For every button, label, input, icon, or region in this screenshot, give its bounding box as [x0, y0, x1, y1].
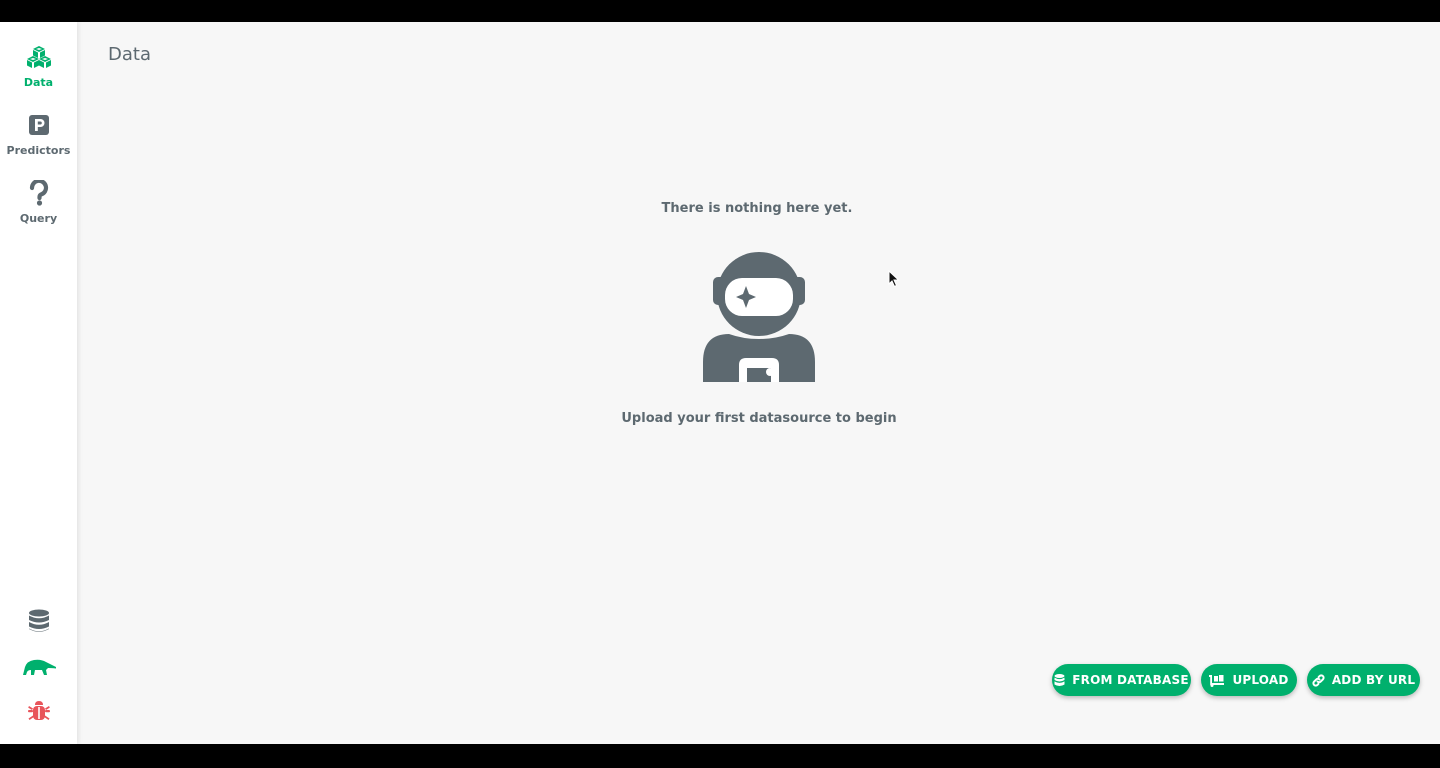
empty-state-title: There is nothing here yet.: [661, 201, 853, 216]
database-icon: [1054, 673, 1065, 687]
cubes-icon: [26, 44, 52, 70]
add-by-url-button[interactable]: ADD BY URL: [1307, 664, 1420, 696]
mouse-cursor-icon: [888, 269, 900, 288]
sidebar-item-label: Data: [23, 76, 54, 89]
anteater-logo-icon[interactable]: [0, 652, 77, 682]
upload-label: UPLOAD: [1232, 673, 1289, 687]
upload-button[interactable]: UPLOAD: [1201, 664, 1297, 696]
bug-icon[interactable]: [0, 696, 77, 726]
sidebar: Data Predictors Query: [0, 22, 77, 744]
question-icon: [26, 180, 52, 206]
dolly-icon: [1209, 674, 1225, 687]
app-window: Data Predictors Query Data There is noth…: [0, 22, 1440, 744]
from-database-button[interactable]: FROM DATABASE: [1052, 664, 1191, 696]
sidebar-item-label: Predictors: [6, 144, 71, 157]
sidebar-item-label: Query: [19, 212, 58, 225]
add-by-url-label: ADD BY URL: [1331, 673, 1416, 687]
sidebar-item-data[interactable]: Data: [0, 44, 77, 104]
sidebar-item-predictors[interactable]: Predictors: [0, 112, 77, 172]
from-database-label: FROM DATABASE: [1072, 673, 1189, 687]
database-icon[interactable]: [0, 606, 77, 636]
empty-state-subtitle: Upload your first datasource to begin: [621, 411, 897, 426]
page-title: Data: [108, 44, 151, 65]
link-icon: [1312, 673, 1325, 687]
predictor-p-icon: [26, 112, 52, 138]
astronaut-icon: [699, 244, 819, 384]
sidebar-item-query[interactable]: Query: [0, 180, 77, 240]
